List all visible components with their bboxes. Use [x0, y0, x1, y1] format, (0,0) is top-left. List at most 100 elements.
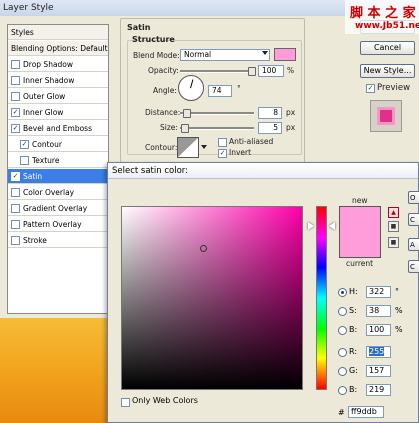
style-item-drop-shadow[interactable]: Drop Shadow [8, 57, 108, 72]
satin-section-title: Satin [127, 23, 151, 32]
blue-input[interactable]: 219 [366, 384, 391, 396]
opacity-label: Opacity: [148, 66, 179, 75]
opacity-slider-handle[interactable] [248, 67, 256, 76]
style-item-label: Color Overlay [23, 188, 75, 197]
contour-picker[interactable] [177, 137, 199, 158]
size-unit: px [286, 123, 296, 132]
style-item-label: Satin [23, 172, 43, 181]
only-web-colors-checkbox[interactable] [121, 398, 130, 407]
green-label: G: [349, 366, 358, 375]
inner-shadow-checkbox[interactable] [11, 75, 20, 85]
drop-shadow-checkbox[interactable] [11, 59, 20, 69]
style-item-label: Bevel and Emboss [23, 124, 92, 133]
new-color-swatch [339, 206, 381, 235]
distance-unit: px [286, 108, 296, 117]
anti-aliased-checkbox[interactable] [218, 138, 227, 147]
size-slider-handle[interactable] [181, 124, 189, 133]
style-item-label: Contour [32, 140, 62, 149]
gradient-overlay-checkbox[interactable] [11, 203, 20, 213]
new-label: new [352, 196, 368, 205]
inner-glow-checkbox[interactable]: ✓ [11, 107, 20, 117]
hue-slider-right-arrow-icon[interactable] [329, 222, 335, 230]
out-of-gamut-warning-icon[interactable]: ▲ [388, 207, 399, 218]
distance-slider-track[interactable] [180, 112, 254, 115]
preview-thumbnail [377, 107, 395, 125]
site-watermark: 脚 本 之 家 www.Jb51.net [345, 0, 419, 34]
hue-input[interactable]: 322 [366, 286, 391, 298]
blue-radio[interactable] [338, 386, 347, 395]
preview-checkbox[interactable]: ✓ [366, 84, 375, 93]
saturation-radio[interactable] [338, 307, 347, 316]
watermark-url: www.Jb51.net [355, 21, 419, 31]
saturation-input[interactable]: 38 [366, 305, 391, 317]
current-color-swatch[interactable] [339, 234, 381, 258]
color-libraries-button[interactable]: C [408, 260, 419, 273]
style-item-inner-glow[interactable]: ✓ Inner Glow [8, 105, 108, 120]
contour-checkbox[interactable]: ✓ [20, 139, 29, 149]
watermark-chinese: 脚 本 之 家 [350, 6, 416, 21]
angle-input[interactable]: 74 [208, 85, 232, 97]
style-item-label: Stroke [23, 236, 47, 245]
hue-slider-left-arrow-icon[interactable] [308, 222, 314, 230]
blend-color-swatch[interactable] [274, 48, 296, 61]
style-item-color-overlay[interactable]: Color Overlay [8, 185, 108, 200]
satin-checkbox[interactable]: ✓ [11, 171, 20, 181]
color-picker-title: Select satin color: [108, 163, 418, 179]
opacity-input[interactable]: 100 [258, 65, 284, 77]
green-input[interactable]: 157 [366, 365, 391, 377]
style-item-label: Outer Glow [23, 92, 66, 101]
style-item-pattern-overlay[interactable]: Pattern Overlay [8, 217, 108, 232]
distance-slider-handle[interactable] [183, 109, 191, 118]
brightness-input[interactable]: 100 [366, 324, 391, 336]
green-radio[interactable] [338, 367, 347, 376]
stroke-checkbox[interactable] [11, 235, 20, 245]
style-item-satin[interactable]: ✓ Satin [8, 169, 108, 184]
saturation-brightness-field[interactable] [121, 206, 303, 390]
style-item-outer-glow[interactable]: Outer Glow [8, 89, 108, 104]
style-item-label: Gradient Overlay [23, 204, 88, 213]
chevron-down-icon[interactable] [201, 145, 207, 149]
style-item-label: Drop Shadow [23, 60, 74, 69]
blend-mode-select[interactable]: Normal [180, 49, 270, 61]
texture-checkbox[interactable] [20, 155, 29, 165]
ok-button[interactable]: O [408, 191, 419, 204]
chevron-down-icon[interactable] [262, 51, 268, 55]
size-slider-track[interactable] [180, 127, 254, 130]
invert-checkbox[interactable]: ✓ [218, 149, 227, 158]
cancel-button[interactable]: Cancel [360, 41, 415, 55]
cancel-button[interactable]: C [408, 213, 419, 226]
color-overlay-checkbox[interactable] [11, 187, 20, 197]
pattern-overlay-checkbox[interactable] [11, 219, 20, 229]
hex-input[interactable]: ff9ddb [348, 406, 384, 418]
blending-options[interactable]: Blending Options: Default [8, 41, 108, 56]
web-safe-cube-icon[interactable]: ■ [388, 221, 399, 232]
styles-header[interactable]: Styles [8, 25, 108, 40]
red-value: 255 [369, 347, 385, 356]
outer-glow-checkbox[interactable] [11, 91, 20, 101]
size-input[interactable]: 5 [258, 122, 282, 134]
bevel-emboss-checkbox[interactable]: ✓ [11, 123, 20, 133]
style-item-bevel-emboss[interactable]: ✓ Bevel and Emboss [8, 121, 108, 136]
hue-radio[interactable] [338, 288, 347, 297]
angle-label: Angle: [153, 86, 177, 95]
red-input[interactable]: 255 [366, 346, 391, 358]
new-style-button[interactable]: New Style... [360, 64, 415, 78]
style-item-texture[interactable]: Texture [8, 153, 108, 168]
brightness-radio[interactable] [338, 326, 347, 335]
style-item-gradient-overlay[interactable]: Gradient Overlay [8, 201, 108, 216]
structure-title: Structure [132, 35, 175, 44]
style-item-contour[interactable]: ✓ Contour [8, 137, 108, 152]
color-field-marker[interactable] [200, 245, 207, 252]
style-item-inner-shadow[interactable]: Inner Shadow [8, 73, 108, 88]
gamut-swatch-icon[interactable]: ■ [388, 237, 399, 248]
add-to-swatches-button[interactable]: A [408, 238, 419, 251]
opacity-slider-track[interactable] [180, 70, 254, 73]
style-preview [370, 100, 402, 132]
style-item-label: Pattern Overlay [23, 220, 82, 229]
saturation-unit: % [395, 306, 403, 315]
angle-dial[interactable] [178, 75, 204, 101]
style-item-stroke[interactable]: Stroke [8, 233, 108, 248]
hue-slider[interactable] [316, 206, 327, 390]
red-radio[interactable] [338, 348, 347, 357]
distance-input[interactable]: 8 [258, 107, 282, 119]
